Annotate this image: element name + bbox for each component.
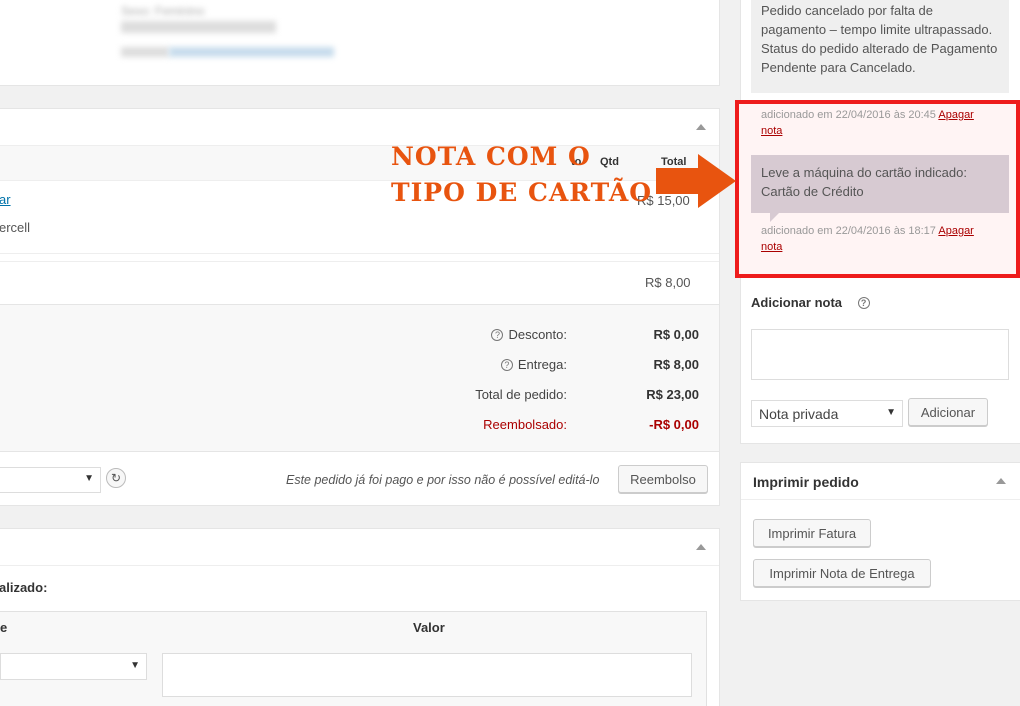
collapse-toggle-icon[interactable] xyxy=(996,478,1006,484)
custom-fields-box: alizado: e Valor ▼ xyxy=(0,528,720,706)
refund-button[interactable]: Reembolso xyxy=(618,465,708,493)
system-note: Pedido cancelado por falta de pagamento … xyxy=(751,0,1009,93)
delete-note-link-cont[interactable]: nota xyxy=(761,125,782,137)
reload-icon[interactable]: ↻ xyxy=(106,468,126,488)
item-link[interactable]: ar xyxy=(0,192,11,207)
chevron-down-icon: ▼ xyxy=(886,407,896,418)
note-type-selected: Nota privada xyxy=(759,406,839,422)
items-table-header: to Qtd Total xyxy=(0,146,719,181)
refunded-value: -R$ 0,00 xyxy=(649,417,699,432)
chevron-down-icon: ▼ xyxy=(84,473,94,484)
custom-fields-header xyxy=(0,529,719,566)
shipping-line-total: R$ 8,00 xyxy=(645,275,691,290)
add-note-textarea[interactable] xyxy=(751,329,1009,380)
col-value-header: Valor xyxy=(413,620,445,635)
print-box-header: Imprimir pedido xyxy=(741,463,1020,500)
not-editable-info: Este pedido já foi pago e por isso não é… xyxy=(286,473,600,487)
customer-note: Leve a máquina do cartão indicado: Cartã… xyxy=(751,155,1009,213)
print-order-box: Imprimir pedido Imprimir Fatura Imprimir… xyxy=(740,462,1020,601)
customer-redacted-email xyxy=(121,47,169,57)
annotation-arrow-icon xyxy=(656,154,736,208)
collapse-toggle-icon[interactable] xyxy=(696,124,706,130)
collapse-toggle-icon[interactable] xyxy=(696,544,706,550)
delete-note-link[interactable]: Apagar xyxy=(938,109,973,121)
help-icon[interactable]: ? xyxy=(857,297,870,309)
chevron-down-icon: ▼ xyxy=(130,660,140,671)
print-invoice-button[interactable]: Imprimir Fatura xyxy=(753,519,871,547)
divider xyxy=(0,261,719,262)
note-meta: adicionado em 22/04/2016 às 18:17 Apagar… xyxy=(761,225,974,253)
items-actions-bar: ▼ ↻ Este pedido já foi pago e por isso n… xyxy=(0,451,719,505)
customer-details-box: Sexo: Feminino xyxy=(0,0,720,86)
totals-area: ? Desconto: R$ 0,00 ? Entrega: R$ 8,00 Tot… xyxy=(0,304,719,451)
add-note-heading: Adicionar nota ? xyxy=(751,295,875,310)
name-select[interactable]: ▼ xyxy=(0,653,147,680)
shipping-label: ? Entrega: xyxy=(500,357,567,372)
refunded-label: Reembolsado: xyxy=(483,417,567,432)
divider xyxy=(0,253,719,254)
col-qty-header: Qtd xyxy=(600,156,619,168)
note-tail xyxy=(770,213,779,222)
help-icon[interactable]: ? xyxy=(491,329,504,341)
customer-redacted-text xyxy=(121,21,276,33)
order-total-value: R$ 23,00 xyxy=(646,387,699,402)
item-meta-text: ercell xyxy=(0,220,31,235)
order-items-box: to Qtd Total ar ercell R$ 15,00 R$ 8,00 … xyxy=(0,108,720,506)
discount-label: ? Desconto: xyxy=(491,327,567,342)
print-box-title: Imprimir pedido xyxy=(753,474,859,490)
col-name-header: e xyxy=(0,620,8,635)
annotation-line-1: NOTA COM O xyxy=(391,142,591,171)
custom-fields-table: e Valor ▼ xyxy=(0,611,707,706)
items-box-header xyxy=(0,109,719,146)
value-textarea[interactable] xyxy=(162,653,692,697)
note-type-select[interactable]: Nota privada ▼ xyxy=(751,400,903,427)
customer-sex-label: Sexo: Feminino xyxy=(121,4,205,18)
print-delivery-note-button[interactable]: Imprimir Nota de Entrega xyxy=(753,559,931,587)
shipping-value: R$ 8,00 xyxy=(653,357,699,372)
annotation-line-2: TIPO DE CARTÃO xyxy=(391,178,653,207)
customer-redacted-link xyxy=(169,47,334,57)
delete-note-link[interactable]: Apagar xyxy=(938,225,973,237)
order-total-label: Total de pedido: xyxy=(475,387,567,402)
add-note-button[interactable]: Adicionar xyxy=(908,398,988,426)
note-meta: adicionado em 22/04/2016 às 20:45 Apagar… xyxy=(761,109,974,137)
custom-fields-label: alizado: xyxy=(0,580,48,595)
bulk-action-select[interactable]: ▼ xyxy=(0,467,101,493)
help-icon[interactable]: ? xyxy=(500,359,513,371)
delete-note-link-cont[interactable]: nota xyxy=(761,241,782,253)
discount-value: R$ 0,00 xyxy=(653,327,699,342)
